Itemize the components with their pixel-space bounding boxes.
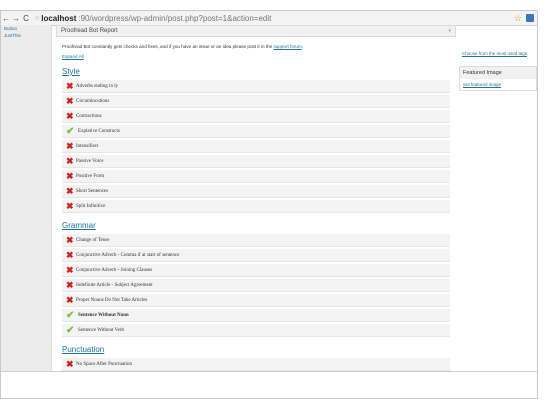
most-used-tags-link[interactable]: Choose from the most used tags bbox=[459, 25, 537, 56]
check-item-label: Circumlocutions bbox=[76, 98, 110, 104]
url-path: :90/wordpress/wp-admin/post.php?post=1&a… bbox=[78, 13, 272, 23]
check-item-label: Sentence Without Noun bbox=[78, 312, 129, 318]
check-item-label: Short Sentences bbox=[76, 188, 109, 194]
x-mark-icon: ✖ bbox=[66, 249, 74, 260]
check-item-label: Contractions bbox=[76, 113, 102, 119]
proofread-box-title: Proofread Bot Report bbox=[61, 28, 118, 34]
check-item[interactable]: ✖ Adverbs ending in ly bbox=[62, 80, 450, 93]
checkmark-icon: ✔ bbox=[66, 125, 75, 137]
section-title-punctuation[interactable]: Punctuation bbox=[56, 339, 456, 358]
check-item-label: Indefinite Article - Subject Agreement bbox=[76, 282, 153, 288]
browser-window: ← → C ○ localhost :90/wordpress/wp-admin… bbox=[0, 10, 538, 399]
admin-sidebar: Button JustThis bbox=[1, 25, 52, 371]
style-list: ✖ Adverbs ending in ly ✖ Circumlocutions ✖ Co… bbox=[56, 80, 456, 213]
proofread-box-header[interactable]: Proofread Bot Report ▾ bbox=[56, 25, 456, 37]
section-title-grammar[interactable]: Grammar bbox=[56, 215, 456, 234]
reload-icon[interactable]: C bbox=[21, 14, 31, 23]
check-item[interactable]: ✖ Change of Tense bbox=[62, 234, 450, 247]
check-item[interactable]: ✖ Conjunctive Adverb - Comma if at start … bbox=[62, 249, 450, 262]
check-item-label: Proper Nouns Do Not Take Articles bbox=[76, 297, 148, 303]
back-arrow-icon[interactable]: ← bbox=[1, 14, 11, 23]
check-item-label: Passive Voice bbox=[76, 158, 104, 164]
x-mark-icon: ✖ bbox=[66, 140, 74, 151]
expand-all-link[interactable]: Expand All bbox=[56, 52, 456, 61]
bookmark-star-icon[interactable]: ☆ bbox=[513, 13, 523, 24]
check-item[interactable]: ✖ Positive Form bbox=[62, 170, 450, 183]
proofread-report: Proofread Bot Report ▾ Proofread Bot con… bbox=[56, 25, 456, 371]
url-host: localhost bbox=[41, 13, 77, 23]
sidebar-item-button[interactable]: Button bbox=[1, 25, 51, 32]
check-item[interactable]: ✖ Proper Nouns Do Not Take Articles bbox=[62, 294, 450, 307]
punctuation-list: ✖ No Space After Punctuation bbox=[56, 358, 456, 371]
proofread-intro: Proofread Bot constantly gets checks and… bbox=[56, 37, 456, 52]
check-item-label: No Space After Punctuation bbox=[76, 361, 132, 367]
check-item-label: Change of Tense bbox=[76, 237, 110, 243]
x-mark-icon: ✖ bbox=[66, 170, 74, 181]
check-item[interactable]: ✖ Circumlocutions bbox=[62, 95, 450, 108]
forward-arrow-icon[interactable]: → bbox=[11, 14, 21, 23]
intro-end: . bbox=[301, 44, 304, 49]
check-item[interactable]: ✖ Split Infinitive bbox=[62, 200, 450, 213]
sidebar-item-justthis[interactable]: JustThis bbox=[1, 32, 51, 39]
check-item-label: Intensifiers bbox=[76, 143, 99, 149]
x-mark-icon: ✖ bbox=[66, 264, 74, 275]
check-item[interactable]: ✖ Contractions bbox=[62, 110, 450, 123]
address-bar[interactable]: ○ localhost :90/wordpress/wp-admin/post.… bbox=[35, 14, 513, 23]
x-mark-icon: ✖ bbox=[66, 185, 74, 196]
check-item-label: Sentence Without Verb bbox=[78, 327, 124, 333]
check-item[interactable]: ✔ Sentence Without Noun bbox=[62, 309, 450, 322]
check-item[interactable]: ✖ Intensifiers bbox=[62, 140, 450, 153]
check-item-label: Positive Form bbox=[76, 173, 105, 179]
section-title-style[interactable]: Style bbox=[56, 61, 456, 80]
intro-text: Proofread Bot constantly gets checks and… bbox=[62, 44, 273, 49]
extension-icon[interactable] bbox=[526, 14, 534, 22]
x-mark-icon: ✖ bbox=[66, 200, 74, 211]
check-item-label: Conjunctive Adverb - Joining Clauses bbox=[76, 267, 153, 273]
x-mark-icon: ✖ bbox=[66, 155, 74, 166]
check-item[interactable]: ✔ Expletive Constructs bbox=[62, 125, 450, 138]
check-item-label: Conjunctive Adverb - Comma if at start o… bbox=[76, 252, 180, 258]
x-mark-icon: ✖ bbox=[66, 234, 74, 245]
support-forum-link[interactable]: support forum bbox=[273, 44, 301, 49]
check-item[interactable]: ✖ No Space After Punctuation bbox=[62, 358, 450, 371]
checkmark-icon: ✔ bbox=[66, 324, 75, 336]
collapse-arrow-icon[interactable]: ▾ bbox=[448, 28, 451, 34]
status-bar bbox=[1, 371, 537, 398]
check-item[interactable]: ✖ Indefinite Article - Subject Agreement bbox=[62, 279, 450, 292]
x-mark-icon: ✖ bbox=[66, 80, 74, 91]
browser-toolbar: ← → C ○ localhost :90/wordpress/wp-admin… bbox=[1, 11, 537, 26]
check-item[interactable]: ✖ Conjunctive Adverb - Joining Clauses bbox=[62, 264, 450, 277]
checkmark-icon: ✔ bbox=[66, 309, 75, 321]
grammar-list: ✖ Change of Tense ✖ Conjunctive Adverb - Co… bbox=[56, 234, 456, 337]
check-item[interactable]: ✔ Sentence Without Verb bbox=[62, 324, 450, 337]
x-mark-icon: ✖ bbox=[66, 294, 74, 305]
x-mark-icon: ✖ bbox=[66, 358, 74, 369]
set-featured-image-link[interactable]: Set featured image bbox=[460, 79, 536, 90]
featured-image-box: Featured Image Set featured image bbox=[459, 66, 537, 91]
x-mark-icon: ✖ bbox=[66, 110, 74, 121]
x-mark-icon: ✖ bbox=[66, 95, 74, 106]
check-item-label: Expletive Constructs bbox=[78, 128, 120, 134]
x-mark-icon: ✖ bbox=[66, 279, 74, 290]
check-item[interactable]: ✖ Passive Voice bbox=[62, 155, 450, 168]
featured-image-title: Featured Image bbox=[460, 67, 536, 79]
post-sidebar: Choose from the most used tags Featured … bbox=[459, 25, 537, 371]
page-icon: ○ bbox=[35, 14, 40, 22]
check-item[interactable]: ✖ Short Sentences bbox=[62, 185, 450, 198]
check-item-label: Split Infinitive bbox=[76, 203, 106, 209]
check-item-label: Adverbs ending in ly bbox=[76, 83, 119, 89]
